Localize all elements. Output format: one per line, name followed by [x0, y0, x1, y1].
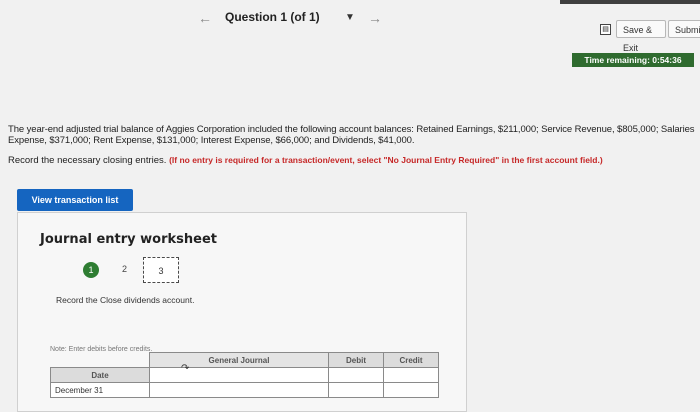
credit-cell[interactable]	[383, 367, 439, 383]
credit-input[interactable]	[383, 382, 439, 398]
prev-arrow-icon[interactable]: ←	[198, 10, 212, 26]
next-arrow-icon[interactable]: →	[368, 10, 382, 26]
debit-cell[interactable]	[328, 367, 384, 383]
question-prompt: The year-end adjusted trial balance of A…	[8, 124, 695, 146]
save-exit-button[interactable]: Save & Exit	[616, 20, 666, 53]
worksheet-title: Journal entry worksheet	[40, 232, 217, 247]
instruction-note: (If no entry is required for a transacti…	[169, 155, 603, 165]
save-icon: ▤	[600, 24, 611, 35]
instruction-text: Record the necessary closing entries.	[8, 155, 167, 166]
debit-input[interactable]	[328, 382, 384, 398]
cursor-icon: ↷	[181, 363, 190, 374]
table-row: December 31	[50, 382, 439, 398]
general-journal-header: General Journal	[149, 352, 329, 368]
dropdown-icon[interactable]: ▼	[345, 12, 355, 23]
instruction: Record the necessary closing entries. (I…	[8, 155, 603, 166]
step-3-button[interactable]: 3	[143, 257, 179, 283]
top-strip	[560, 0, 700, 4]
credit-header: Credit	[383, 352, 439, 368]
date-cell[interactable]: December 31	[50, 382, 150, 398]
submit-button[interactable]: Submit	[668, 20, 700, 38]
step-2-button[interactable]: 2	[122, 264, 127, 274]
account-cell[interactable]	[149, 382, 329, 398]
date-header: Date	[50, 367, 150, 383]
journal-cell[interactable]	[149, 367, 329, 383]
question-title: Question 1 (of 1)	[225, 10, 320, 24]
view-transaction-list-button[interactable]: View transaction list	[17, 189, 133, 211]
journal-table: General Journal Debit Credit Date Decemb…	[50, 352, 439, 398]
time-remaining: Time remaining: 0:54:36	[572, 53, 694, 67]
debit-header: Debit	[328, 352, 384, 368]
task-text: Record the Close dividends account.	[56, 295, 195, 305]
step-1-button[interactable]: 1	[83, 262, 99, 278]
